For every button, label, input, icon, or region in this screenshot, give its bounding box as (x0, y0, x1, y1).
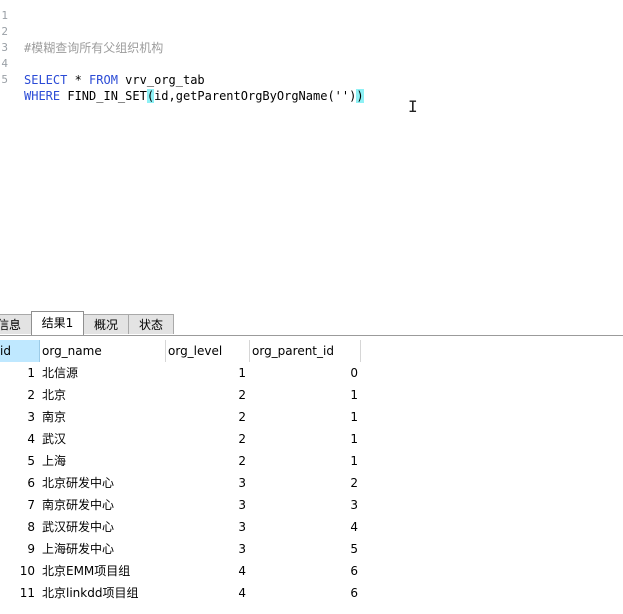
cell-org-level[interactable]: 2 (166, 450, 249, 472)
cell-id[interactable]: 5 (0, 450, 38, 472)
sql-where-clause: WHERE FIND_IN_SET(id,getParentOrgByOrgNa… (24, 88, 364, 104)
table-name: vrv_org_tab (117, 73, 205, 87)
cell-org-level[interactable]: 4 (166, 560, 249, 582)
column-header-org-parent-id[interactable]: org_parent_id (250, 340, 361, 362)
line-number: 5 (1, 73, 8, 86)
cell-org-name[interactable]: 北京 (40, 384, 165, 406)
cell-org-parent-id[interactable]: 3 (250, 494, 360, 516)
cell-id[interactable]: 9 (0, 538, 38, 560)
cell-org-name[interactable]: 武汉 (40, 428, 165, 450)
cell-id[interactable]: 1 (0, 362, 38, 384)
cell-org-name[interactable]: 北京linkdd项目组 (40, 582, 165, 604)
table-row[interactable]: 7 南京研发中心 3 3 (0, 494, 361, 516)
cell-org-name[interactable]: 上海 (40, 450, 165, 472)
cell-org-level[interactable]: 2 (166, 428, 249, 450)
cell-org-name[interactable]: 北京研发中心 (40, 472, 165, 494)
cell-org-parent-id[interactable]: 1 (250, 384, 360, 406)
cell-org-name[interactable]: 武汉研发中心 (40, 516, 165, 538)
column-header-org-level[interactable]: org_level (166, 340, 250, 362)
cell-id[interactable]: 7 (0, 494, 38, 516)
editor-line-5: 5 WHERE FIND_IN_SET(id,getParentOrgByOrg… (0, 56, 364, 103)
cell-id[interactable]: 2 (0, 384, 38, 406)
function-name: FIND_IN_SET (60, 89, 147, 103)
cell-id[interactable]: 3 (0, 406, 38, 428)
sql-editor[interactable]: 1 2 #模糊查询所有父组织机构 3 4 SELECT * FROM vrv_o… (0, 0, 623, 308)
cell-org-level[interactable]: 2 (166, 406, 249, 428)
cell-org-level[interactable]: 3 (166, 538, 249, 560)
table-row[interactable]: 6 北京研发中心 3 2 (0, 472, 361, 494)
cell-org-name[interactable]: 上海研发中心 (40, 538, 165, 560)
table-row[interactable]: 3 南京 2 1 (0, 406, 361, 428)
table-row[interactable]: 2 北京 2 1 (0, 384, 361, 406)
column-header-id[interactable]: id (0, 340, 40, 362)
editor-line-4: 4 SELECT * FROM vrv_org_tab (0, 40, 204, 87)
tab-result-1[interactable]: 结果1 (31, 311, 84, 335)
cell-org-parent-id[interactable]: 6 (250, 560, 360, 582)
table-row[interactable]: 10 北京EMM项目组 4 6 (0, 560, 361, 582)
cell-org-level[interactable]: 3 (166, 494, 249, 516)
cell-id[interactable]: 8 (0, 516, 38, 538)
cell-id[interactable]: 6 (0, 472, 38, 494)
cell-org-parent-id[interactable]: 2 (250, 472, 360, 494)
table-row[interactable]: 5 上海 2 1 (0, 450, 361, 472)
cell-org-name[interactable]: 北京EMM项目组 (40, 560, 165, 582)
cell-org-parent-id[interactable]: 6 (250, 582, 360, 604)
cell-org-level[interactable]: 3 (166, 472, 249, 494)
cell-org-level[interactable]: 3 (166, 516, 249, 538)
cell-org-parent-id[interactable]: 0 (250, 362, 360, 384)
column-header-org-name[interactable]: org_name (40, 340, 166, 362)
table-row[interactable]: 8 武汉研发中心 3 4 (0, 516, 361, 538)
tab-info[interactable]: 信息 (0, 314, 32, 334)
cell-id[interactable]: 10 (0, 560, 38, 582)
function-arguments: id,getParentOrgByOrgName('') (154, 89, 357, 103)
cell-id[interactable]: 4 (0, 428, 38, 450)
tab-status[interactable]: 状态 (128, 314, 174, 334)
sql-select-statement: SELECT * FROM vrv_org_tab (24, 72, 205, 88)
grid-header: id org_name org_level org_parent_id (0, 340, 361, 362)
result-tabs: 信息 结果1 概况 状态 (0, 311, 623, 336)
mysql-query-window: 1 2 #模糊查询所有父组织机构 3 4 SELECT * FROM vrv_o… (0, 0, 623, 614)
result-grid[interactable]: id org_name org_level org_parent_id 1 北信… (0, 340, 623, 614)
keyword-from: FROM (89, 73, 118, 87)
sql-comment: #模糊查询所有父组织机构 (24, 41, 164, 55)
table-row[interactable]: 4 武汉 2 1 (0, 428, 361, 450)
cell-org-name[interactable]: 南京研发中心 (40, 494, 165, 516)
matched-bracket-open: ( (146, 89, 155, 103)
cell-org-level[interactable]: 2 (166, 384, 249, 406)
editor-line-2: 2 #模糊查询所有父组织机构 (0, 8, 163, 55)
cell-id[interactable]: 11 (0, 582, 38, 604)
keyword-where: WHERE (24, 89, 61, 103)
cell-org-parent-id[interactable]: 5 (250, 538, 360, 560)
cell-org-parent-id[interactable]: 1 (250, 450, 360, 472)
tab-profile[interactable]: 概况 (83, 314, 129, 334)
matched-bracket-close: ) (356, 89, 364, 103)
cell-org-parent-id[interactable]: 4 (250, 516, 360, 538)
cell-org-level[interactable]: 4 (166, 582, 249, 604)
text-cursor-icon: I (408, 97, 418, 116)
cell-org-name[interactable]: 南京 (40, 406, 165, 428)
table-row[interactable]: 11 北京linkdd项目组 4 6 (0, 582, 361, 604)
table-row[interactable]: 9 上海研发中心 3 5 (0, 538, 361, 560)
cell-org-name[interactable]: 北信源 (40, 362, 165, 384)
editor-line-1: 1 (0, 0, 43, 22)
select-columns: * (67, 73, 90, 87)
cell-org-parent-id[interactable]: 1 (250, 406, 360, 428)
table-row[interactable]: 1 北信源 1 0 (0, 362, 361, 384)
cell-org-level[interactable]: 1 (166, 362, 249, 384)
editor-line-3: 3 (0, 24, 43, 54)
cell-org-parent-id[interactable]: 1 (250, 428, 360, 450)
